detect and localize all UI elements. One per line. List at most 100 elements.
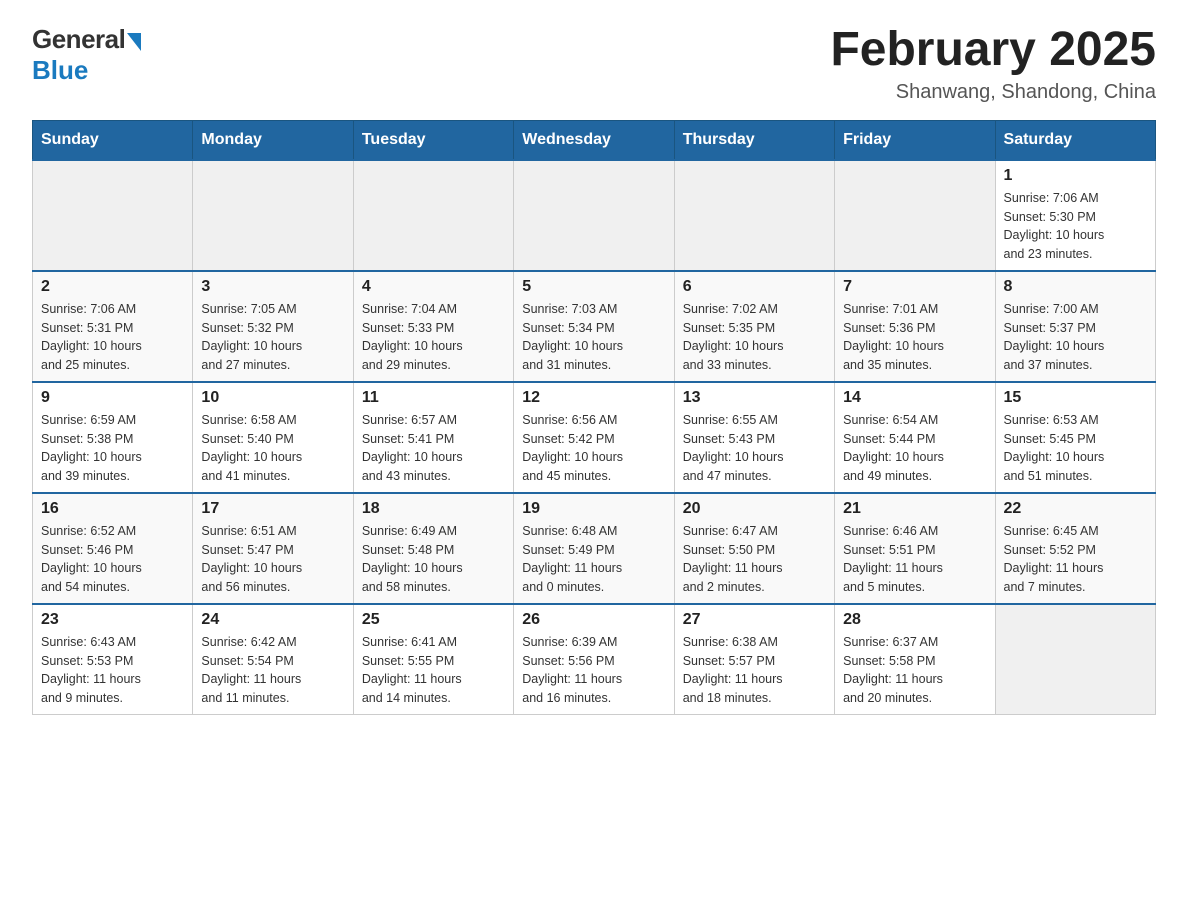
calendar-cell: 3 Sunrise: 7:05 AM Sunset: 5:32 PM Daylig… bbox=[193, 271, 353, 382]
calendar-cell: 5 Sunrise: 7:03 AM Sunset: 5:34 PM Daylig… bbox=[514, 271, 674, 382]
day-number: 17 bbox=[201, 500, 344, 518]
day-number: 9 bbox=[41, 389, 184, 407]
day-of-week-header: Tuesday bbox=[353, 120, 513, 160]
day-number: 15 bbox=[1004, 389, 1147, 407]
day-number: 18 bbox=[362, 500, 505, 518]
logo: General Blue bbox=[32, 24, 141, 86]
calendar-title: February 2025 bbox=[830, 24, 1156, 77]
calendar-cell: 16 Sunrise: 6:52 AM Sunset: 5:46 PM Dayli… bbox=[33, 493, 193, 604]
logo-blue-text: Blue bbox=[32, 55, 88, 86]
day-info: Sunrise: 6:57 AM Sunset: 5:41 PM Dayligh… bbox=[362, 411, 505, 486]
day-number: 13 bbox=[683, 389, 826, 407]
day-info: Sunrise: 6:43 AM Sunset: 5:53 PM Dayligh… bbox=[41, 633, 184, 708]
day-number: 8 bbox=[1004, 278, 1147, 296]
day-of-week-header: Thursday bbox=[674, 120, 834, 160]
calendar-cell: 18 Sunrise: 6:49 AM Sunset: 5:48 PM Dayli… bbox=[353, 493, 513, 604]
calendar-cell: 15 Sunrise: 6:53 AM Sunset: 5:45 PM Dayli… bbox=[995, 382, 1155, 493]
day-info: Sunrise: 6:37 AM Sunset: 5:58 PM Dayligh… bbox=[843, 633, 986, 708]
day-number: 10 bbox=[201, 389, 344, 407]
week-row: 1 Sunrise: 7:06 AM Sunset: 5:30 PM Daylig… bbox=[33, 160, 1156, 271]
calendar-cell bbox=[33, 160, 193, 271]
day-number: 4 bbox=[362, 278, 505, 296]
day-number: 19 bbox=[522, 500, 665, 518]
day-number: 2 bbox=[41, 278, 184, 296]
logo-general-text: General bbox=[32, 24, 125, 55]
day-number: 7 bbox=[843, 278, 986, 296]
day-info: Sunrise: 6:49 AM Sunset: 5:48 PM Dayligh… bbox=[362, 522, 505, 597]
day-number: 14 bbox=[843, 389, 986, 407]
day-number: 22 bbox=[1004, 500, 1147, 518]
calendar-cell: 4 Sunrise: 7:04 AM Sunset: 5:33 PM Daylig… bbox=[353, 271, 513, 382]
calendar-cell bbox=[353, 160, 513, 271]
calendar-cell: 1 Sunrise: 7:06 AM Sunset: 5:30 PM Daylig… bbox=[995, 160, 1155, 271]
day-info: Sunrise: 7:03 AM Sunset: 5:34 PM Dayligh… bbox=[522, 300, 665, 375]
calendar-cell: 27 Sunrise: 6:38 AM Sunset: 5:57 PM Dayli… bbox=[674, 604, 834, 715]
day-of-week-header: Wednesday bbox=[514, 120, 674, 160]
calendar-cell bbox=[674, 160, 834, 271]
day-number: 28 bbox=[843, 611, 986, 629]
day-info: Sunrise: 6:59 AM Sunset: 5:38 PM Dayligh… bbox=[41, 411, 184, 486]
day-info: Sunrise: 6:58 AM Sunset: 5:40 PM Dayligh… bbox=[201, 411, 344, 486]
day-number: 3 bbox=[201, 278, 344, 296]
calendar-cell: 6Sunrise: 7:02 AM Sunset: 5:35 PM Daylig… bbox=[674, 271, 834, 382]
day-info: Sunrise: 7:01 AM Sunset: 5:36 PM Dayligh… bbox=[843, 300, 986, 375]
day-number: 25 bbox=[362, 611, 505, 629]
day-info: Sunrise: 6:52 AM Sunset: 5:46 PM Dayligh… bbox=[41, 522, 184, 597]
day-info: Sunrise: 7:06 AM Sunset: 5:31 PM Dayligh… bbox=[41, 300, 184, 375]
calendar-cell: 11 Sunrise: 6:57 AM Sunset: 5:41 PM Dayli… bbox=[353, 382, 513, 493]
day-info: Sunrise: 6:51 AM Sunset: 5:47 PM Dayligh… bbox=[201, 522, 344, 597]
calendar-cell: 7 Sunrise: 7:01 AM Sunset: 5:36 PM Daylig… bbox=[835, 271, 995, 382]
day-info: Sunrise: 7:06 AM Sunset: 5:30 PM Dayligh… bbox=[1004, 189, 1147, 264]
day-number: 27 bbox=[683, 611, 826, 629]
day-info: Sunrise: 6:42 AM Sunset: 5:54 PM Dayligh… bbox=[201, 633, 344, 708]
day-info: Sunrise: 6:47 AM Sunset: 5:50 PM Dayligh… bbox=[683, 522, 826, 597]
day-number: 5 bbox=[522, 278, 665, 296]
calendar-cell: 24 Sunrise: 6:42 AM Sunset: 5:54 PM Dayli… bbox=[193, 604, 353, 715]
calendar-cell bbox=[193, 160, 353, 271]
calendar-cell: 21 Sunrise: 6:46 AM Sunset: 5:51 PM Dayli… bbox=[835, 493, 995, 604]
calendar-cell: 8Sunrise: 7:00 AM Sunset: 5:37 PM Daylig… bbox=[995, 271, 1155, 382]
calendar-cell: 9 Sunrise: 6:59 AM Sunset: 5:38 PM Daylig… bbox=[33, 382, 193, 493]
day-info: Sunrise: 6:53 AM Sunset: 5:45 PM Dayligh… bbox=[1004, 411, 1147, 486]
calendar-cell: 2 Sunrise: 7:06 AM Sunset: 5:31 PM Daylig… bbox=[33, 271, 193, 382]
day-number: 16 bbox=[41, 500, 184, 518]
day-info: Sunrise: 6:56 AM Sunset: 5:42 PM Dayligh… bbox=[522, 411, 665, 486]
day-info: Sunrise: 7:05 AM Sunset: 5:32 PM Dayligh… bbox=[201, 300, 344, 375]
day-number: 11 bbox=[362, 389, 505, 407]
week-row: 16 Sunrise: 6:52 AM Sunset: 5:46 PM Dayli… bbox=[33, 493, 1156, 604]
day-of-week-header: Sunday bbox=[33, 120, 193, 160]
day-of-week-header: Saturday bbox=[995, 120, 1155, 160]
day-info: Sunrise: 6:38 AM Sunset: 5:57 PM Dayligh… bbox=[683, 633, 826, 708]
calendar-cell: 14 Sunrise: 6:54 AM Sunset: 5:44 PM Dayli… bbox=[835, 382, 995, 493]
calendar-cell: 23 Sunrise: 6:43 AM Sunset: 5:53 PM Dayli… bbox=[33, 604, 193, 715]
calendar-cell bbox=[835, 160, 995, 271]
day-number: 6 bbox=[683, 278, 826, 296]
day-info: Sunrise: 6:48 AM Sunset: 5:49 PM Dayligh… bbox=[522, 522, 665, 597]
day-number: 20 bbox=[683, 500, 826, 518]
calendar-cell bbox=[995, 604, 1155, 715]
calendar-cell: 25Sunrise: 6:41 AM Sunset: 5:55 PM Dayli… bbox=[353, 604, 513, 715]
calendar-cell: 26Sunrise: 6:39 AM Sunset: 5:56 PM Dayli… bbox=[514, 604, 674, 715]
day-info: Sunrise: 7:04 AM Sunset: 5:33 PM Dayligh… bbox=[362, 300, 505, 375]
calendar-cell: 20 Sunrise: 6:47 AM Sunset: 5:50 PM Dayli… bbox=[674, 493, 834, 604]
day-number: 1 bbox=[1004, 167, 1147, 185]
day-info: Sunrise: 6:45 AM Sunset: 5:52 PM Dayligh… bbox=[1004, 522, 1147, 597]
logo-arrow-icon bbox=[127, 33, 141, 51]
day-of-week-header: Monday bbox=[193, 120, 353, 160]
calendar-cell: 28 Sunrise: 6:37 AM Sunset: 5:58 PM Dayli… bbox=[835, 604, 995, 715]
week-row: 9 Sunrise: 6:59 AM Sunset: 5:38 PM Daylig… bbox=[33, 382, 1156, 493]
day-number: 24 bbox=[201, 611, 344, 629]
day-info: Sunrise: 6:55 AM Sunset: 5:43 PM Dayligh… bbox=[683, 411, 826, 486]
calendar-cell: 17 Sunrise: 6:51 AM Sunset: 5:47 PM Dayli… bbox=[193, 493, 353, 604]
calendar-cell: 12Sunrise: 6:56 AM Sunset: 5:42 PM Dayli… bbox=[514, 382, 674, 493]
calendar-cell: 13 Sunrise: 6:55 AM Sunset: 5:43 PM Dayli… bbox=[674, 382, 834, 493]
day-info: Sunrise: 6:54 AM Sunset: 5:44 PM Dayligh… bbox=[843, 411, 986, 486]
day-of-week-header: Friday bbox=[835, 120, 995, 160]
day-number: 21 bbox=[843, 500, 986, 518]
day-info: Sunrise: 6:46 AM Sunset: 5:51 PM Dayligh… bbox=[843, 522, 986, 597]
calendar-cell bbox=[514, 160, 674, 271]
calendar-cell: 10 Sunrise: 6:58 AM Sunset: 5:40 PM Dayli… bbox=[193, 382, 353, 493]
title-section: February 2025 Shanwang, Shandong, China bbox=[830, 24, 1156, 104]
calendar-table: SundayMondayTuesdayWednesdayThursdayFrid… bbox=[32, 120, 1156, 715]
day-number: 23 bbox=[41, 611, 184, 629]
